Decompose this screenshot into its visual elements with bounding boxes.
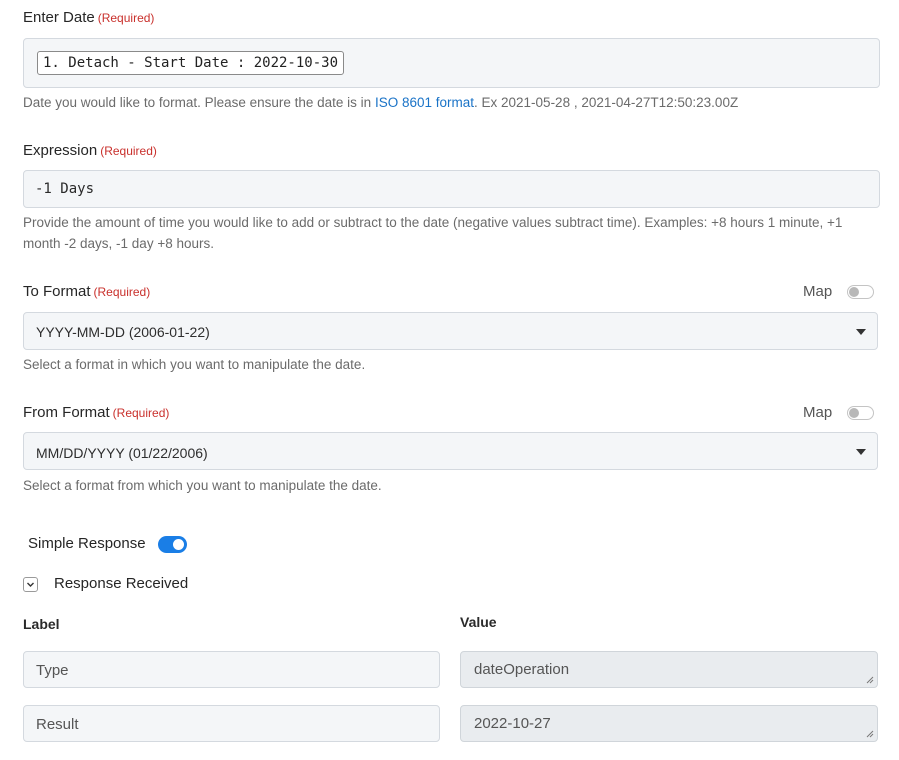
from-format-selected-value: MM/DD/YYYY (01/22/2006) (36, 445, 208, 461)
iso-8601-link[interactable]: ISO 8601 format (375, 95, 474, 110)
enter-date-help-example: . Ex 2021-05-28 , 2021-04-27T12:50:23.00… (474, 95, 739, 110)
expression-help: Provide the amount of time you would lik… (23, 215, 843, 251)
value-column-header: Value (460, 614, 497, 630)
from-format-help: Select a format from which you want to m… (23, 478, 382, 493)
response-received-label: Response Received (54, 575, 189, 592)
from-format-map-label: Map (803, 404, 833, 421)
required-marker: (Required) (97, 11, 155, 25)
to-format-map-label: Map (803, 283, 833, 300)
expression-label-text: Expression (23, 142, 98, 159)
enter-date-field[interactable]: 1. Detach - Start Date : 2022-10-30 (23, 38, 880, 88)
simple-response-label: Simple Response (28, 535, 146, 552)
collapse-toggle[interactable] (23, 577, 38, 592)
response-value-field[interactable]: dateOperation (460, 651, 878, 688)
from-format-select[interactable]: MM/DD/YYYY (01/22/2006) (23, 432, 878, 470)
to-format-label-text: To Format (23, 283, 91, 300)
response-label-text: Result (36, 716, 79, 733)
to-format-help: Select a format in which you want to man… (23, 357, 366, 372)
to-format-selected-value: YYYY-MM-DD (2006-01-22) (36, 324, 210, 340)
enter-date-label-text: Enter Date (23, 9, 95, 26)
expression-input[interactable]: -1 Days (23, 170, 880, 208)
toggle-knob (173, 539, 184, 550)
from-format-label-text: From Format (23, 404, 110, 421)
resize-handle-icon[interactable] (866, 730, 874, 738)
enter-date-help: Date you would like to format. Please en… (23, 92, 883, 113)
required-marker: (Required) (112, 406, 170, 420)
response-label-text: Type (36, 662, 69, 679)
response-label-field[interactable]: Type (23, 651, 440, 688)
from-format-map-toggle[interactable] (847, 406, 874, 420)
to-format-select[interactable]: YYYY-MM-DD (2006-01-22) (23, 312, 878, 350)
required-marker: (Required) (100, 144, 157, 158)
enter-date-label: Enter Date (Required) (23, 9, 154, 26)
chevron-down-icon (856, 329, 866, 335)
from-format-label: From Format (Required) (23, 404, 169, 421)
date-token[interactable]: 1. Detach - Start Date : 2022-10-30 (37, 51, 345, 75)
required-marker: (Required) (93, 285, 151, 299)
response-value-field[interactable]: 2022-10-27 (460, 705, 878, 742)
toggle-knob (849, 408, 859, 418)
label-column-header: Label (23, 616, 60, 632)
toggle-knob (849, 287, 859, 297)
expression-label: Expression (Required) (23, 142, 157, 159)
response-label-field[interactable]: Result (23, 705, 440, 742)
chevron-down-icon (856, 449, 866, 455)
expression-value: -1 Days (35, 181, 95, 197)
resize-handle-icon[interactable] (866, 676, 874, 684)
response-value-text: dateOperation (474, 661, 570, 678)
response-value-text: 2022-10-27 (474, 715, 551, 732)
to-format-map-toggle[interactable] (847, 285, 874, 299)
chevron-down-icon (27, 582, 34, 587)
simple-response-toggle[interactable] (158, 536, 187, 553)
enter-date-help-text: Date you would like to format. Please en… (23, 95, 375, 110)
to-format-label: To Format (Required) (23, 283, 150, 300)
